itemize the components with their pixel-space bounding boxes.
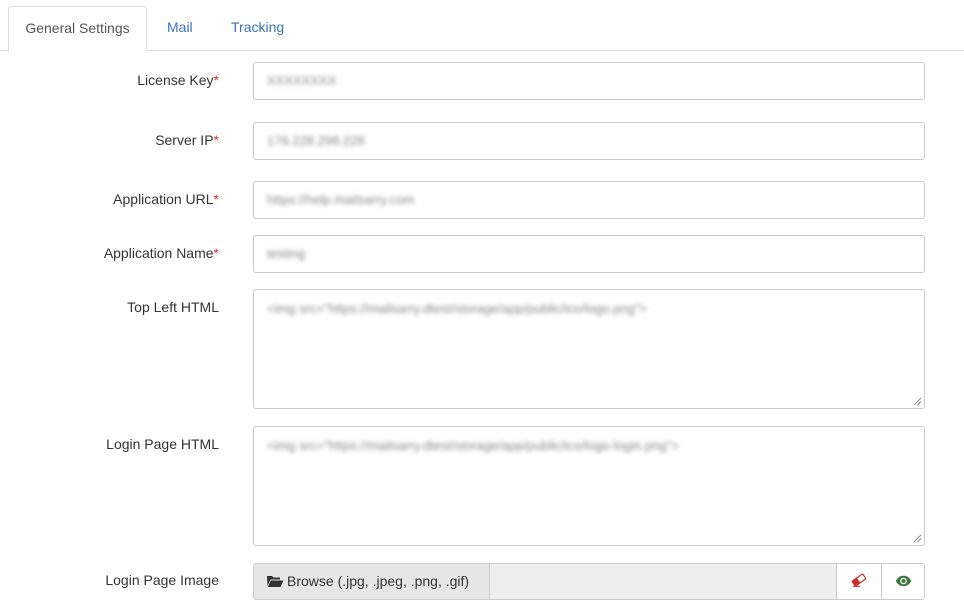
browse-button-label: Browse (.jpg, .jpeg, .png, .gif) [287,573,470,589]
application-url-value: https://help.mailsarry.com [267,192,415,207]
login-page-html-value: <img src="https://mailsarry.dtest/storag… [267,438,679,453]
application-name-value: testing [267,246,306,261]
required-marker: * [213,191,219,207]
top-left-html-label: Top Left HTML [127,299,219,315]
top-left-html-textarea[interactable]: <img src="https://mailsarry.dtest/storag… [253,289,925,409]
login-page-image-file-input: Browse (.jpg, .jpeg, .png, .gif) [253,563,925,600]
preview-image-button[interactable] [881,564,924,599]
clear-file-button[interactable] [836,564,881,599]
required-marker: * [213,245,219,261]
application-url-input[interactable]: https://help.mailsarry.com [253,181,925,219]
login-page-html-textarea[interactable]: <img src="https://mailsarry.dtest/storag… [253,426,925,546]
application-url-label: Application URL* [113,191,219,207]
server-ip-value: 176.228.298.228 [267,133,365,148]
application-name-label: Application Name* [103,245,219,261]
browse-button[interactable]: Browse (.jpg, .jpeg, .png, .gif) [254,564,490,599]
server-ip-input[interactable]: 176.228.298.228 [253,122,925,160]
server-ip-label: Server IP* [155,132,219,148]
tab-general-settings[interactable]: General Settings [8,6,147,52]
tab-mail[interactable]: Mail [151,6,209,51]
license-key-value: XXXXXXXX [267,73,337,88]
application-name-input[interactable]: testing [253,235,925,273]
required-marker: * [213,132,219,148]
resize-grip-icon[interactable] [913,534,922,543]
license-key-input[interactable]: XXXXXXXX [253,62,925,100]
file-name-display [490,564,836,599]
license-key-label: License Key* [137,72,219,88]
settings-tabs: General Settings Mail Tracking [0,0,964,52]
required-marker: * [213,72,219,88]
tab-tracking[interactable]: Tracking [215,6,300,51]
login-page-html-label: Login Page HTML [106,436,219,452]
folder-open-icon [266,566,284,599]
eraser-icon [851,573,867,590]
resize-grip-icon[interactable] [913,397,922,406]
eye-icon [895,574,912,590]
login-page-image-label: Login Page Image [105,572,219,588]
top-left-html-value: <img src="https://mailsarry.dtest/storag… [267,301,648,316]
